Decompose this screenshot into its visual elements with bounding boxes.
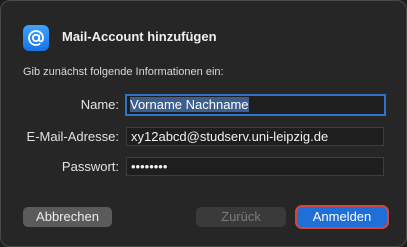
password-label: Passwort: <box>61 159 119 174</box>
name-field[interactable]: Vorname Nachname <box>125 94 386 116</box>
name-label: Name: <box>80 97 119 112</box>
sign-in-button[interactable]: Anmelden <box>295 205 389 229</box>
back-button[interactable]: Zurück <box>196 207 286 227</box>
dialog-subtitle: Gib zunächst folgende Informationen ein: <box>23 66 224 78</box>
add-mail-account-dialog: Mail-Account hinzufügen Gib zunächst fol… <box>0 0 407 247</box>
cancel-button[interactable]: Abbrechen <box>23 207 112 227</box>
email-label: E-Mail-Adresse: <box>26 129 119 144</box>
mail-at-icon <box>23 25 49 51</box>
email-field[interactable]: xy12abcd@studserv.uni-leipzig.de <box>126 127 384 146</box>
name-field-value: Vorname Nachname <box>130 97 249 112</box>
dialog-title: Mail-Account hinzufügen <box>62 29 217 44</box>
password-field[interactable]: •••••••• <box>126 157 384 176</box>
